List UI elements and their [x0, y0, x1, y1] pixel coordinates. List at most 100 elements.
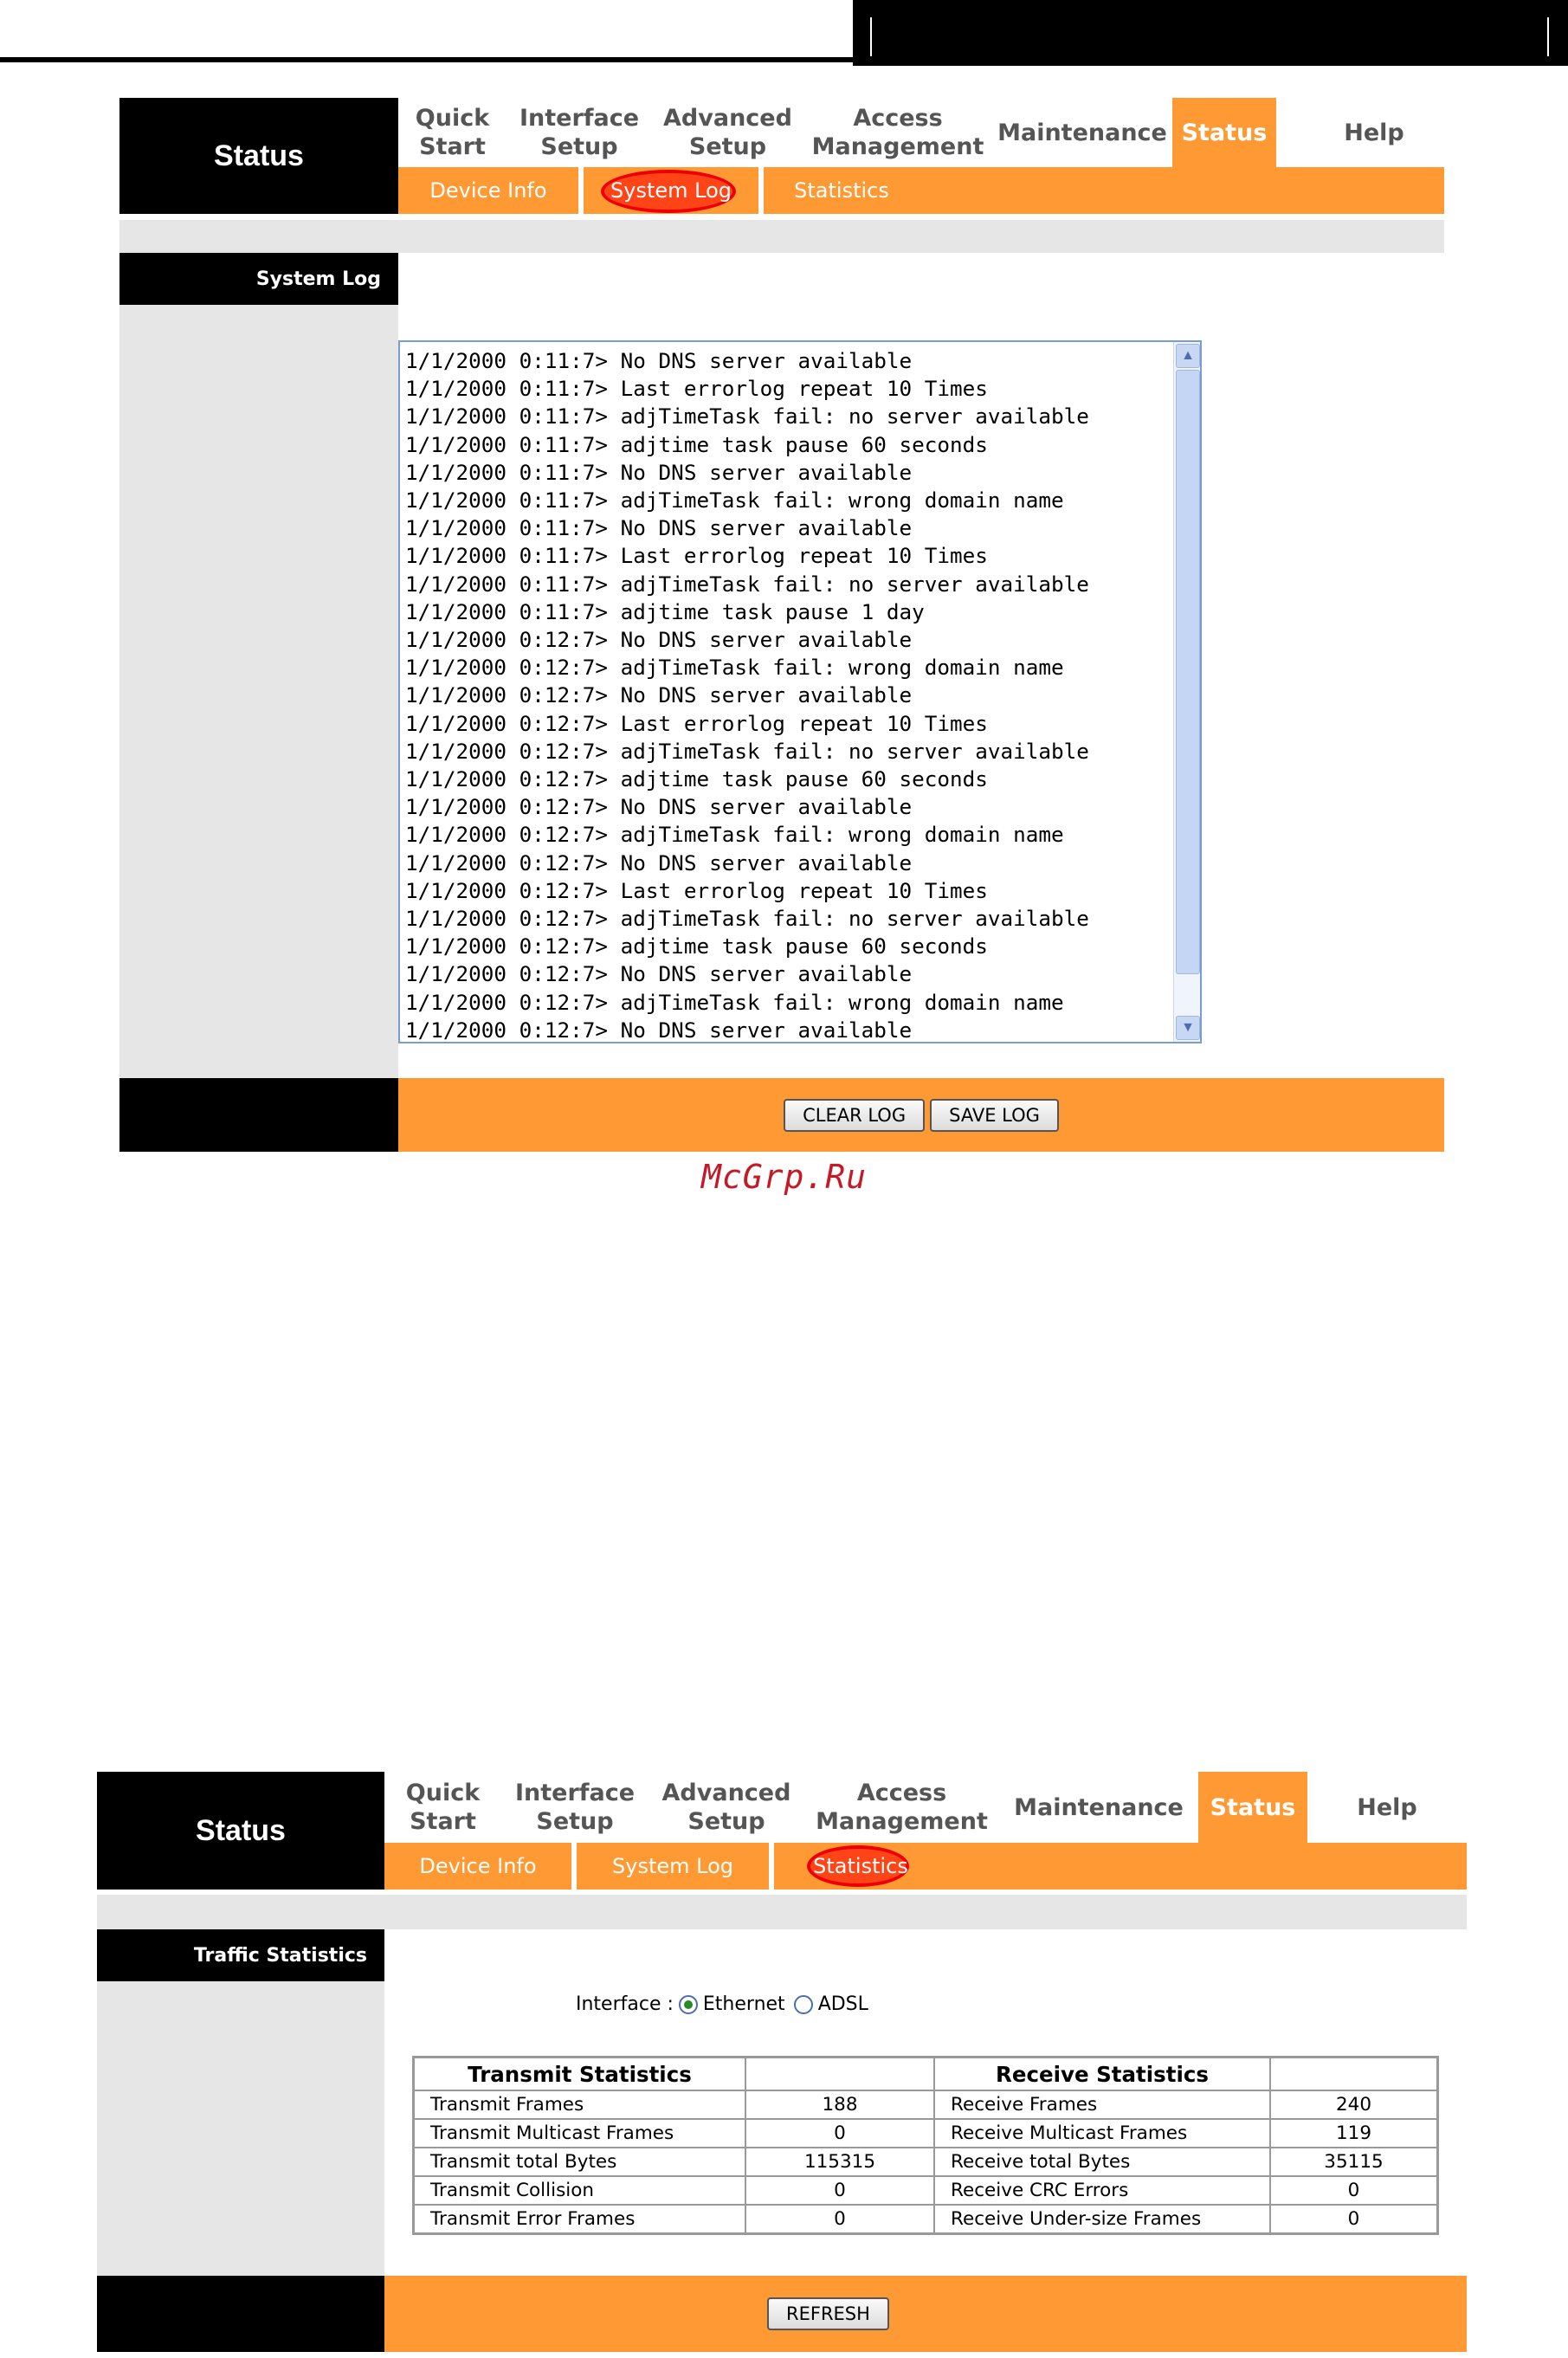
subnav-device-info[interactable]: Device Info [398, 178, 578, 203]
nav-interface-setup[interactable]: Interface Setup [501, 1772, 648, 1843]
section-label-traffic-statistics: Traffic Statistics [97, 1929, 384, 1981]
footer-orange: REFRESH [384, 2276, 1467, 2352]
log-line: 1/1/2000 0:12:7> adjTimeTask fail: no se… [405, 738, 1089, 764]
subnav-device-info[interactable]: Device Info [384, 1854, 571, 1878]
log-line: 1/1/2000 0:12:7> No DNS server available [405, 1017, 913, 1043]
receive-header: Receive Statistics [933, 2056, 1271, 2091]
system-log-panel: Status Quick Start Interface Setup Advance… [119, 98, 1444, 1154]
nav-status[interactable]: Status [1172, 98, 1276, 167]
tx-label: Transmit Frames [412, 2090, 746, 2120]
footer-black [119, 1078, 398, 1152]
nav-help[interactable]: Help [1276, 98, 1472, 167]
log-line: 1/1/2000 0:12:7> adjTimeTask fail: wrong… [405, 822, 1064, 848]
log-line: 1/1/2000 0:12:7> adjTimeTask fail: wrong… [405, 655, 1064, 681]
top-black-bar [853, 0, 1568, 66]
log-line: 1/1/2000 0:12:7> No DNS server available [405, 850, 913, 875]
rx-value: 240 [1269, 2090, 1439, 2120]
log-line: 1/1/2000 0:11:7> adjTimeTask fail: no se… [405, 571, 1089, 597]
nav-quick-start[interactable]: Quick Start [384, 1772, 501, 1843]
sub-nav: Device Info System Log Statistics [384, 1843, 1467, 1890]
log-line: 1/1/2000 0:11:7> adjTimeTask fail: wrong… [405, 488, 1064, 514]
tx-label: Transmit Collision [412, 2175, 746, 2206]
rx-label: Receive Frames [933, 2090, 1271, 2120]
log-line: 1/1/2000 0:12:7> adjTimeTask fail: no se… [405, 906, 1089, 932]
nav-maintenance[interactable]: Maintenance [992, 98, 1172, 167]
table-row: Transmit Frames 188 Receive Frames 240 [412, 2090, 1439, 2120]
clear-log-button[interactable]: CLEAR LOG [784, 1098, 926, 1132]
tx-value: 188 [745, 2090, 935, 2120]
watermark: McGrp.Ru [700, 1158, 868, 1196]
adsl-radio[interactable] [793, 1994, 813, 2014]
rx-label: Receive Multicast Frames [933, 2118, 1271, 2148]
ethernet-label: Ethernet [702, 1993, 785, 2015]
log-line: 1/1/2000 0:12:7> adjtime task pause 60 s… [405, 934, 988, 959]
log-line: 1/1/2000 0:12:7> adjtime task pause 60 s… [405, 766, 988, 792]
subnav-statistics[interactable]: Statistics [764, 178, 920, 203]
log-line: 1/1/2000 0:12:7> No DNS server available [405, 682, 913, 708]
table-row: Transmit Multicast Frames 0 Receive Mult… [412, 2118, 1439, 2148]
sub-nav: Device Info System Log Statistics [398, 167, 1444, 214]
log-line: 1/1/2000 0:11:7> Last errorlog repeat 10… [405, 543, 988, 569]
ethernet-radio[interactable] [678, 1994, 698, 2014]
table-row: Transmit Error Frames 0 Receive Under-si… [412, 2204, 1439, 2235]
tx-value: 0 [745, 2118, 935, 2148]
top-rule [0, 57, 853, 62]
log-line: 1/1/2000 0:11:7> Last errorlog repeat 10… [405, 376, 988, 402]
left-column [119, 305, 398, 1078]
log-line: 1/1/2000 0:11:7> No DNS server available [405, 459, 913, 485]
log-line: 1/1/2000 0:11:7> adjTimeTask fail: no se… [405, 404, 1089, 430]
rx-label: Receive CRC Errors [933, 2175, 1271, 2206]
log-line: 1/1/2000 0:11:7> adjtime task pause 60 s… [405, 431, 988, 457]
log-line: 1/1/2000 0:12:7> adjTimeTask fail: wrong… [405, 989, 1064, 1015]
nav-advanced-setup[interactable]: Advanced Setup [648, 1772, 804, 1843]
nav-help[interactable]: Help [1307, 1772, 1467, 1843]
save-log-button[interactable]: SAVE LOG [930, 1098, 1059, 1132]
subnav-system-log[interactable]: System Log [577, 1854, 769, 1878]
log-line: 1/1/2000 0:11:7> No DNS server available [405, 515, 913, 541]
transmit-header: Transmit Statistics [412, 2056, 746, 2091]
tx-value: 115315 [745, 2147, 935, 2177]
nav-maintenance[interactable]: Maintenance [999, 1772, 1198, 1843]
header-spacer [1269, 2056, 1439, 2091]
log-line: 1/1/2000 0:11:7> adjtime task pause 1 da… [405, 598, 925, 624]
nav-advanced-setup[interactable]: Advanced Setup [652, 98, 803, 167]
brand-status: Status [97, 1772, 384, 1890]
log-line: 1/1/2000 0:12:7> No DNS server available [405, 961, 913, 987]
nav-access-management[interactable]: Access Management [803, 98, 992, 167]
bar-tick [870, 17, 872, 56]
nav-quick-start[interactable]: Quick Start [398, 98, 507, 167]
bar-tick [1547, 17, 1549, 56]
table-row: Transmit total Bytes 115315 Receive tota… [412, 2147, 1439, 2177]
nav-interface-setup[interactable]: Interface Setup [507, 98, 652, 167]
adsl-label: ADSL [817, 1993, 868, 2015]
tx-label: Transmit total Bytes [412, 2147, 746, 2177]
statistics-panel: Status Quick Start Interface Setup Advance… [97, 1772, 1467, 2352]
scroll-thumb[interactable] [1176, 370, 1200, 974]
nav-status[interactable]: Status [1198, 1772, 1307, 1843]
interface-selector: Interface : Ethernet ADSL [576, 1993, 868, 2015]
main-nav: Quick Start Interface Setup Advanced Setup … [398, 98, 1472, 167]
rx-value: 0 [1269, 2175, 1439, 2206]
grey-strip [97, 1895, 1467, 1929]
section-label-system-log: System Log [119, 253, 398, 305]
subnav-statistics[interactable]: Statistics [774, 1845, 947, 1887]
tx-value: 0 [745, 2175, 935, 2206]
log-line: 1/1/2000 0:12:7> Last errorlog repeat 10… [405, 710, 988, 736]
grey-strip [119, 220, 1444, 253]
nav-access-management[interactable]: Access Management [804, 1772, 999, 1843]
header-spacer [745, 2056, 935, 2091]
log-scrollbar[interactable]: ▲ ▼ [1173, 342, 1200, 1042]
tx-label: Transmit Error Frames [412, 2204, 746, 2235]
tx-label: Transmit Multicast Frames [412, 2118, 746, 2148]
scroll-down-icon[interactable]: ▼ [1176, 1016, 1200, 1040]
subnav-system-log[interactable]: System Log [584, 170, 758, 213]
system-log-textarea[interactable]: 1/1/2000 0:11:7> No DNS server available… [398, 340, 1202, 1043]
tx-value: 0 [745, 2204, 935, 2235]
table-row: Transmit Collision 0 Receive CRC Errors … [412, 2175, 1439, 2206]
interface-label: Interface : [576, 1993, 674, 2015]
log-lines: 1/1/2000 0:11:7> No DNS server available… [405, 347, 1089, 1043]
refresh-button[interactable]: REFRESH [767, 2297, 889, 2330]
rx-label: Receive total Bytes [933, 2147, 1271, 2177]
log-line: 1/1/2000 0:11:7> No DNS server available [405, 348, 913, 373]
scroll-up-icon[interactable]: ▲ [1176, 344, 1200, 368]
